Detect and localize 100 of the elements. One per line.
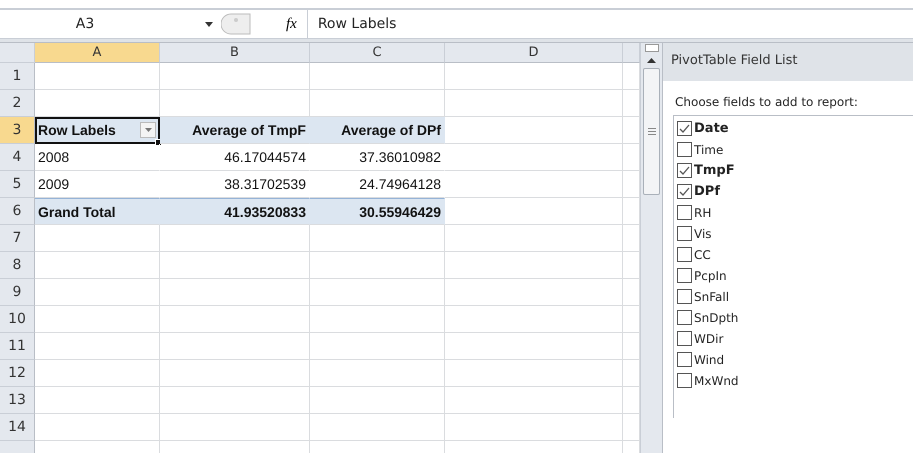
table-cell[interactable]: 37.36010982 (310, 144, 445, 171)
table-cell[interactable] (160, 306, 310, 333)
field-label[interactable]: MxWnd (694, 374, 739, 388)
filter-button[interactable] (140, 122, 156, 138)
field-checkbox[interactable] (677, 331, 692, 346)
field-label[interactable]: RH (694, 206, 712, 220)
table-cell[interactable]: Average of TmpF (160, 117, 310, 144)
field-label[interactable]: Vis (694, 226, 712, 240)
table-cell[interactable]: 30.55946429 (310, 198, 445, 225)
table-cell[interactable] (445, 387, 623, 414)
row-header[interactable]: 9 (0, 279, 35, 306)
field-label[interactable]: CC (694, 248, 711, 262)
table-cell[interactable]: 46.17044574 (160, 144, 310, 171)
table-cell[interactable] (35, 63, 160, 90)
resize-handle-icon[interactable] (221, 13, 251, 35)
row-header[interactable]: 3 (0, 117, 35, 144)
split-handle[interactable] (644, 44, 658, 52)
field-checkbox[interactable] (677, 373, 692, 388)
table-cell[interactable] (160, 279, 310, 306)
field-checkbox[interactable] (677, 268, 692, 283)
row-header[interactable]: 5 (0, 171, 35, 198)
table-cell[interactable] (445, 306, 623, 333)
scroll-up-icon[interactable] (647, 58, 656, 63)
dropdown-arrow-icon[interactable] (205, 22, 213, 26)
field-checkbox[interactable] (677, 121, 692, 136)
table-cell[interactable] (310, 63, 445, 90)
field-checkbox[interactable] (677, 352, 692, 367)
table-cell[interactable] (35, 333, 160, 360)
table-cell[interactable] (310, 225, 445, 252)
table-cell[interactable] (445, 198, 623, 225)
row-header[interactable]: 4 (0, 144, 35, 171)
table-cell[interactable] (445, 225, 623, 252)
field-checkbox[interactable] (677, 163, 692, 178)
table-cell[interactable]: Average of DPf (310, 117, 445, 144)
field-checkbox[interactable] (677, 184, 692, 199)
formula-field[interactable]: Row Labels (308, 16, 396, 32)
function-label[interactable]: fx (286, 10, 308, 38)
scroll-thumb[interactable] (643, 68, 660, 195)
table-cell[interactable] (35, 252, 160, 279)
column-header[interactable] (623, 43, 640, 63)
table-cell[interactable] (160, 252, 310, 279)
column-header[interactable]: A (35, 43, 160, 63)
row-header[interactable]: 6 (0, 198, 35, 225)
table-cell[interactable] (160, 360, 310, 387)
field-checkbox[interactable] (677, 247, 692, 262)
field-label[interactable]: Wind (694, 352, 724, 366)
table-cell[interactable] (445, 117, 623, 144)
table-cell[interactable] (310, 333, 445, 360)
table-cell[interactable] (35, 360, 160, 387)
table-cell[interactable] (35, 387, 160, 414)
table-cell[interactable] (310, 252, 445, 279)
table-cell[interactable] (445, 279, 623, 306)
table-cell[interactable] (160, 414, 310, 441)
table-cell[interactable] (445, 360, 623, 387)
table-cell[interactable] (35, 414, 160, 441)
field-label[interactable]: TmpF (694, 163, 735, 178)
table-cell[interactable] (160, 333, 310, 360)
table-cell[interactable] (160, 387, 310, 414)
table-cell[interactable]: Grand Total (35, 198, 160, 225)
column-header[interactable]: D (445, 43, 623, 63)
table-cell[interactable] (35, 225, 160, 252)
vertical-scrollbar[interactable] (640, 43, 662, 453)
field-checkbox[interactable] (677, 142, 692, 157)
row-header[interactable]: 7 (0, 225, 35, 252)
table-cell[interactable]: Row Labels (35, 117, 160, 144)
table-cell[interactable] (310, 279, 445, 306)
row-header[interactable]: 12 (0, 360, 35, 387)
table-cell[interactable] (310, 387, 445, 414)
table-cell[interactable] (310, 414, 445, 441)
table-cell[interactable] (445, 414, 623, 441)
table-cell[interactable] (445, 63, 623, 90)
table-cell[interactable] (35, 306, 160, 333)
field-label[interactable]: SnFall (694, 290, 730, 304)
table-cell[interactable] (445, 144, 623, 171)
table-cell[interactable] (310, 360, 445, 387)
row-header[interactable]: 8 (0, 252, 35, 279)
name-box[interactable]: A3 (0, 16, 150, 32)
row-header[interactable]: 2 (0, 90, 35, 117)
table-cell[interactable] (445, 90, 623, 117)
table-cell[interactable] (160, 63, 310, 90)
table-cell[interactable] (445, 333, 623, 360)
field-checkbox[interactable] (677, 310, 692, 325)
table-cell[interactable] (160, 225, 310, 252)
field-checkbox[interactable] (677, 226, 692, 241)
table-cell[interactable] (35, 279, 160, 306)
table-cell[interactable] (445, 171, 623, 198)
field-checkbox[interactable] (677, 205, 692, 220)
field-label[interactable]: Time (694, 142, 724, 156)
field-label[interactable]: WDir (694, 332, 724, 346)
field-label[interactable]: Date (694, 121, 729, 136)
row-header[interactable]: 14 (0, 414, 35, 441)
select-all-corner[interactable] (0, 43, 35, 63)
row-header[interactable]: 13 (0, 387, 35, 414)
row-header[interactable]: 1 (0, 63, 35, 90)
column-header[interactable]: C (310, 43, 445, 63)
column-header[interactable]: B (160, 43, 310, 63)
table-cell[interactable]: 41.93520833 (160, 198, 310, 225)
field-label[interactable]: PcpIn (694, 268, 727, 282)
field-label[interactable]: SnDpth (694, 310, 738, 324)
row-header[interactable]: 10 (0, 306, 35, 333)
